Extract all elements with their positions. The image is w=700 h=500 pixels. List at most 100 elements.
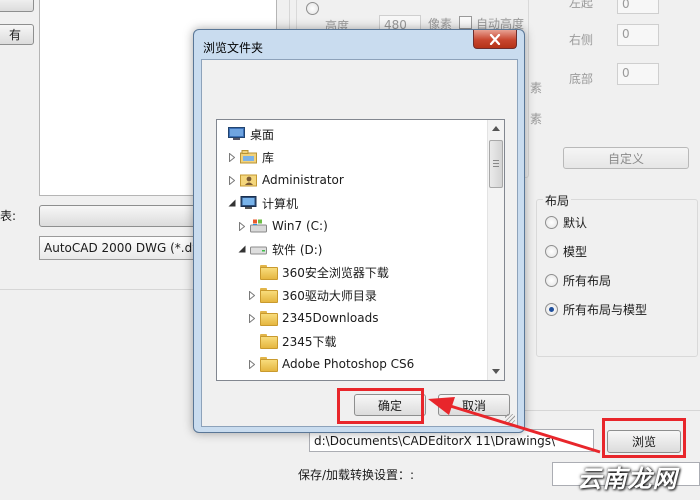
expand-arrow-icon[interactable] (249, 359, 255, 369)
expand-arrow-icon[interactable] (229, 175, 235, 185)
bottom-label: 底部 (569, 72, 594, 86)
layout-option-all-layouts[interactable]: 所有布局 (563, 272, 611, 289)
tree-item-label: 360安全浏览器下载 (282, 265, 389, 280)
tree-item[interactable]: 360安全浏览器下载 (247, 261, 389, 283)
expand-arrow-icon[interactable] (239, 221, 245, 231)
format-bar-button[interactable] (39, 205, 199, 227)
tree-item-toggle[interactable] (227, 198, 237, 208)
tree-item-label: 2345Downloads (282, 311, 379, 325)
tree-item-label: Administrator (262, 173, 344, 187)
left-side-button[interactable]: 有 (0, 24, 34, 45)
tree-item-label: 计算机 (262, 196, 299, 211)
tree-item-toggle[interactable] (237, 244, 247, 254)
layout-option-default[interactable]: 默认 (563, 214, 587, 231)
ghost-pixel-label-1: 素 (530, 81, 543, 95)
left-side-button-label: 有 (8, 28, 21, 42)
right-margin-value: 0 (622, 27, 630, 41)
tree-item[interactable]: 库 (227, 146, 274, 168)
watermark-logo: 云南龙网 (577, 465, 678, 493)
scroll-up-button[interactable] (488, 120, 504, 137)
desktop-icon (228, 127, 245, 141)
save-settings-label: 保存/加载转换设置：: (298, 468, 415, 482)
resize-grip[interactable] (505, 414, 515, 424)
path-value: d:\Documents\CADEditorX 11\Drawings\ (314, 434, 556, 448)
top-label: 左起 (569, 0, 594, 10)
user-folder-icon (240, 173, 257, 187)
expand-arrow-icon[interactable] (249, 290, 255, 300)
folder-icon (260, 288, 278, 303)
custom-button-label: 自定义 (607, 151, 644, 166)
collapse-arrow-icon[interactable] (238, 245, 246, 253)
layout-radio-model[interactable] (545, 245, 558, 258)
ghost-pixel-label-2: 素 (530, 112, 543, 126)
tree-item[interactable]: 计算机 (227, 192, 298, 214)
tree-item[interactable]: Adobe Photoshop CS6 (247, 353, 414, 375)
tree-item-toggle (247, 267, 257, 277)
browse-folder-dialog: 浏览文件夹 桌面库 Administrator 计算机 Win7 (C:) 软件 (D:… (193, 29, 525, 433)
size-radio[interactable] (306, 2, 319, 15)
tree-item[interactable]: 2345下载 (247, 330, 337, 352)
layout-radio-all-layouts[interactable] (545, 274, 558, 287)
top-margin-value: 0 (622, 0, 630, 11)
tree-item-toggle[interactable] (227, 175, 237, 185)
top-margin-input[interactable]: 0 (617, 0, 659, 14)
drive-icon (250, 242, 267, 256)
tree-item-toggle[interactable] (247, 290, 257, 300)
right-side-label: 右侧 (569, 33, 594, 47)
library-icon (240, 150, 257, 164)
tree-scrollbar[interactable] (487, 120, 504, 380)
dialog-title: 浏览文件夹 (203, 41, 264, 55)
cancel-button-label: 取消 (461, 398, 486, 413)
collapse-arrow-icon[interactable] (228, 199, 236, 207)
scroll-thumb[interactable] (489, 140, 503, 188)
arrow-up-icon (492, 126, 500, 131)
tree-item-toggle[interactable] (227, 152, 237, 162)
layout-group (536, 199, 698, 357)
expand-arrow-icon[interactable] (249, 313, 255, 323)
expand-arrow-icon[interactable] (229, 152, 235, 162)
tree-item[interactable]: Administrator (227, 169, 344, 191)
folder-tree[interactable]: 桌面库 Administrator 计算机 Win7 (C:) 软件 (D:) 360安全… (216, 119, 505, 381)
folder-icon (260, 311, 278, 326)
custom-button[interactable]: 自定义 (563, 147, 689, 169)
tree-item[interactable]: Win7 (C:) (237, 215, 328, 237)
bottom-margin-input[interactable]: 0 (617, 63, 659, 85)
tree-item-toggle[interactable] (247, 313, 257, 323)
right-margin-input[interactable]: 0 (617, 24, 659, 46)
top-left-button[interactable] (0, 0, 34, 12)
bottom-margin-value: 0 (622, 66, 630, 80)
tree-item[interactable]: 2345Downloads (247, 307, 378, 329)
tree-item-label: Adobe Photoshop CS6 (282, 357, 415, 371)
folder-icon (260, 357, 278, 372)
layout-title: 布局 (543, 192, 572, 209)
tree-item-label: 桌面 (250, 127, 275, 142)
format-select[interactable]: AutoCAD 2000 DWG (*.dwg) (39, 236, 199, 260)
layout-option-all-layouts-model[interactable]: 所有布局与模型 (563, 301, 647, 318)
tree-item-label: 360驱动大师目录 (282, 288, 377, 303)
format-label: 表: (0, 209, 17, 223)
browse-button-highlight (602, 418, 686, 458)
arrow-down-icon (492, 369, 500, 374)
tree-item-toggle (247, 336, 257, 346)
ok-button-highlight (337, 388, 424, 424)
layout-radio-default[interactable] (545, 216, 558, 229)
close-button[interactable] (473, 30, 517, 49)
layout-option-model[interactable]: 模型 (563, 243, 587, 260)
tree-item-label: 2345下载 (282, 334, 337, 349)
auto-height-checkbox[interactable] (459, 16, 472, 29)
scroll-down-button[interactable] (488, 363, 504, 380)
tree-item-toggle[interactable] (237, 221, 247, 231)
folder-icon (260, 265, 278, 280)
dialog-body: 桌面库 Administrator 计算机 Win7 (C:) 软件 (D:) 360安全… (201, 59, 518, 427)
tree-item[interactable]: 360驱动大师目录 (247, 284, 377, 306)
close-icon (489, 33, 501, 45)
tree-item-label: 软件 (D:) (272, 242, 323, 257)
cancel-button[interactable]: 取消 (438, 394, 510, 416)
computer-icon (240, 196, 257, 210)
tree-item[interactable]: 软件 (D:) (237, 238, 322, 260)
format-select-value: AutoCAD 2000 DWG (*.dwg) (44, 241, 199, 255)
layout-radio-all-layouts-model[interactable] (545, 303, 558, 316)
tree-item-label: 库 (262, 150, 275, 165)
tree-item[interactable]: 桌面 (225, 123, 274, 145)
tree-item-toggle[interactable] (247, 359, 257, 369)
